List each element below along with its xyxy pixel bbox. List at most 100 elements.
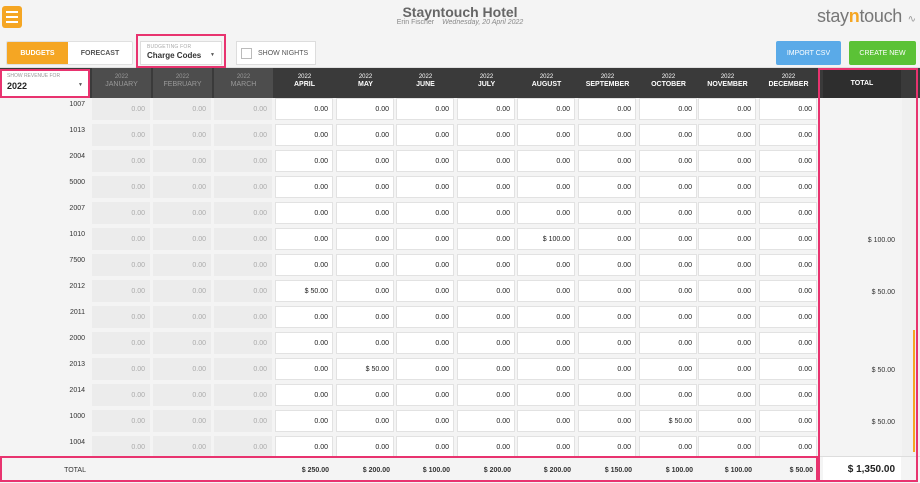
budget-cell-august[interactable]: 0.00 <box>517 410 575 432</box>
budget-grid[interactable]: 1007 0.00 0.00 0.00 0.00 0.00 0.00 0.00 0.00 0.00… <box>0 98 920 456</box>
budget-cell-april[interactable]: 0.00 <box>275 436 333 456</box>
budget-cell-june[interactable]: 0.00 <box>396 410 454 432</box>
budget-cell-september[interactable]: 0.00 <box>578 124 636 146</box>
budget-cell-december[interactable]: 0.00 <box>759 436 817 456</box>
budget-cell-may[interactable]: 0.00 <box>336 254 394 276</box>
budget-cell-october[interactable]: 0.00 <box>639 332 697 354</box>
budget-cell-june[interactable]: 0.00 <box>396 228 454 250</box>
budget-cell-october[interactable]: 0.00 <box>639 436 697 456</box>
budget-cell-may[interactable]: 0.00 <box>336 228 394 250</box>
budget-cell-may[interactable]: 0.00 <box>336 98 394 120</box>
budget-cell-december[interactable]: 0.00 <box>759 384 817 406</box>
budget-cell-july[interactable]: 0.00 <box>457 280 515 302</box>
budget-cell-october[interactable]: 0.00 <box>639 202 697 224</box>
forecast-tab[interactable]: FORECAST <box>68 42 132 64</box>
budget-cell-october[interactable]: 0.00 <box>639 98 697 120</box>
budget-cell-june[interactable]: 0.00 <box>396 254 454 276</box>
budget-cell-april[interactable]: 0.00 <box>275 306 333 328</box>
budget-cell-december[interactable]: 0.00 <box>759 150 817 172</box>
budget-cell-november[interactable]: 0.00 <box>698 228 756 250</box>
budget-cell-april[interactable]: 0.00 <box>275 228 333 250</box>
budget-cell-august[interactable]: 0.00 <box>517 98 575 120</box>
budget-cell-september[interactable]: 0.00 <box>578 384 636 406</box>
budget-cell-june[interactable]: 0.00 <box>396 150 454 172</box>
create-new-button[interactable]: CREATE NEW <box>849 41 916 65</box>
budget-cell-may[interactable]: 0.00 <box>336 280 394 302</box>
budget-cell-december[interactable]: 0.00 <box>759 306 817 328</box>
budget-cell-december[interactable]: 0.00 <box>759 228 817 250</box>
budget-cell-april[interactable]: $ 50.00 <box>275 280 333 302</box>
budget-cell-april[interactable]: 0.00 <box>275 202 333 224</box>
import-csv-button[interactable]: IMPORT CSV <box>776 41 841 65</box>
budget-cell-may[interactable]: 0.00 <box>336 332 394 354</box>
scrollbar[interactable] <box>913 330 915 452</box>
budget-cell-april[interactable]: 0.00 <box>275 176 333 198</box>
budget-cell-july[interactable]: 0.00 <box>457 228 515 250</box>
budget-cell-november[interactable]: 0.00 <box>698 436 756 456</box>
budgets-tab[interactable]: BUDGETS <box>7 42 68 64</box>
budget-cell-september[interactable]: 0.00 <box>578 254 636 276</box>
budget-cell-april[interactable]: 0.00 <box>275 254 333 276</box>
budget-cell-september[interactable]: 0.00 <box>578 280 636 302</box>
budget-cell-june[interactable]: 0.00 <box>396 436 454 456</box>
budget-cell-august[interactable]: 0.00 <box>517 436 575 456</box>
budget-cell-december[interactable]: 0.00 <box>759 202 817 224</box>
budget-cell-may[interactable]: 0.00 <box>336 436 394 456</box>
budget-cell-november[interactable]: 0.00 <box>698 254 756 276</box>
budget-cell-august[interactable]: 0.00 <box>517 384 575 406</box>
budget-cell-september[interactable]: 0.00 <box>578 436 636 456</box>
budget-cell-december[interactable]: 0.00 <box>759 332 817 354</box>
budget-cell-december[interactable]: 0.00 <box>759 98 817 120</box>
budget-cell-december[interactable]: 0.00 <box>759 280 817 302</box>
budget-cell-november[interactable]: 0.00 <box>698 306 756 328</box>
budget-cell-august[interactable]: 0.00 <box>517 176 575 198</box>
budget-cell-july[interactable]: 0.00 <box>457 202 515 224</box>
budget-cell-november[interactable]: 0.00 <box>698 384 756 406</box>
budget-cell-may[interactable]: 0.00 <box>336 410 394 432</box>
budget-cell-october[interactable]: 0.00 <box>639 358 697 380</box>
budget-cell-may[interactable]: 0.00 <box>336 124 394 146</box>
budget-cell-october[interactable]: 0.00 <box>639 176 697 198</box>
budget-cell-july[interactable]: 0.00 <box>457 436 515 456</box>
budget-cell-june[interactable]: 0.00 <box>396 306 454 328</box>
budget-cell-may[interactable]: 0.00 <box>336 306 394 328</box>
budget-cell-october[interactable]: 0.00 <box>639 306 697 328</box>
budget-cell-october[interactable]: 0.00 <box>639 254 697 276</box>
budget-cell-november[interactable]: 0.00 <box>698 332 756 354</box>
budget-cell-october[interactable]: 0.00 <box>639 384 697 406</box>
budget-cell-april[interactable]: 0.00 <box>275 150 333 172</box>
budget-cell-may[interactable]: $ 50.00 <box>336 358 394 380</box>
budget-cell-august[interactable]: 0.00 <box>517 124 575 146</box>
budget-cell-july[interactable]: 0.00 <box>457 332 515 354</box>
budget-cell-august[interactable]: 0.00 <box>517 202 575 224</box>
budget-cell-april[interactable]: 0.00 <box>275 124 333 146</box>
budget-cell-july[interactable]: 0.00 <box>457 98 515 120</box>
budget-cell-august[interactable]: 0.00 <box>517 280 575 302</box>
budget-cell-october[interactable]: 0.00 <box>639 280 697 302</box>
budget-cell-september[interactable]: 0.00 <box>578 176 636 198</box>
budget-cell-june[interactable]: 0.00 <box>396 124 454 146</box>
budget-cell-june[interactable]: 0.00 <box>396 280 454 302</box>
budget-cell-july[interactable]: 0.00 <box>457 124 515 146</box>
budget-cell-may[interactable]: 0.00 <box>336 384 394 406</box>
budget-cell-december[interactable]: 0.00 <box>759 124 817 146</box>
budget-cell-june[interactable]: 0.00 <box>396 384 454 406</box>
budget-cell-july[interactable]: 0.00 <box>457 176 515 198</box>
budget-cell-august[interactable]: 0.00 <box>517 306 575 328</box>
budget-cell-september[interactable]: 0.00 <box>578 332 636 354</box>
budget-cell-april[interactable]: 0.00 <box>275 410 333 432</box>
budget-cell-september[interactable]: 0.00 <box>578 228 636 250</box>
budget-cell-july[interactable]: 0.00 <box>457 306 515 328</box>
budget-cell-september[interactable]: 0.00 <box>578 410 636 432</box>
budget-cell-december[interactable]: 0.00 <box>759 176 817 198</box>
budget-cell-september[interactable]: 0.00 <box>578 98 636 120</box>
budget-cell-june[interactable]: 0.00 <box>396 176 454 198</box>
budget-cell-october[interactable]: $ 50.00 <box>639 410 697 432</box>
budget-cell-november[interactable]: 0.00 <box>698 98 756 120</box>
budget-cell-august[interactable]: 0.00 <box>517 254 575 276</box>
budget-cell-august[interactable]: 0.00 <box>517 358 575 380</box>
budget-cell-april[interactable]: 0.00 <box>275 384 333 406</box>
show-nights-checkbox[interactable] <box>241 47 252 59</box>
budget-cell-november[interactable]: 0.00 <box>698 202 756 224</box>
budget-cell-may[interactable]: 0.00 <box>336 202 394 224</box>
